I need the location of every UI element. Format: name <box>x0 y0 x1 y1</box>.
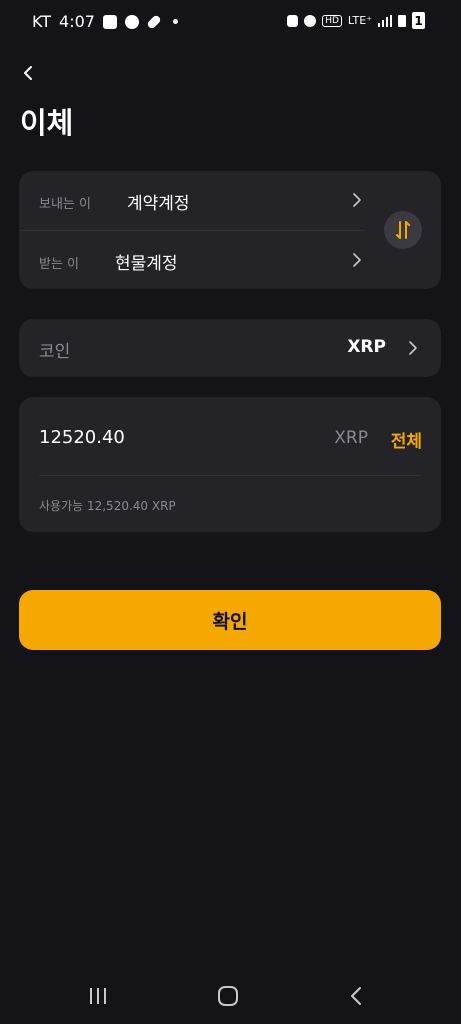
coin-value: XRP <box>347 337 386 357</box>
amount-unit: XRP <box>334 428 368 448</box>
recent-apps-icon[interactable] <box>86 985 110 1007</box>
status-left: KT 4:07 <box>32 12 178 31</box>
signal-icon <box>378 14 392 27</box>
sim-icon <box>398 14 406 27</box>
hd-badge: HD <box>322 14 342 27</box>
amount-input[interactable]: 12520.40 <box>39 427 125 448</box>
confirm-button[interactable]: 확인 <box>19 590 441 650</box>
from-account-row[interactable]: 보내는 이 계약계정 <box>19 171 379 229</box>
amount-card: 12520.40 XRP 전체 사용가능 12,520.40 XRP <box>19 397 441 532</box>
to-label: 받는 이 <box>39 257 80 272</box>
clock: 4:07 <box>59 12 95 31</box>
lock-icon <box>287 14 299 27</box>
gallery-icon <box>102 14 117 29</box>
status-bar: KT 4:07 HD LTE⁺ 1 <box>0 0 461 46</box>
nav-back-icon[interactable] <box>348 985 364 1007</box>
to-account-row[interactable]: 받는 이 현물계정 <box>19 231 379 289</box>
swap-icon <box>396 221 410 239</box>
amount-divider <box>39 475 421 476</box>
available-balance: 사용가능 12,520.40 XRP <box>39 499 176 513</box>
battery-icon: 1 <box>412 12 425 29</box>
home-icon[interactable] <box>217 985 239 1007</box>
from-label: 보내는 이 <box>39 197 91 212</box>
transfer-accounts-card: 보내는 이 계약계정 받는 이 현물계정 <box>19 171 441 289</box>
chevron-left-icon <box>24 66 32 80</box>
coin-select-row[interactable]: 코인 XRP <box>19 319 441 377</box>
page-title: 이체 <box>20 106 74 140</box>
network-label: LTE⁺ <box>347 14 372 27</box>
back-button[interactable] <box>18 62 40 84</box>
pill-icon <box>146 13 162 30</box>
alarm-icon <box>304 14 317 27</box>
swap-accounts-button[interactable] <box>384 211 422 249</box>
from-account-value: 계약계정 <box>127 194 190 214</box>
transfer-screen: KT 4:07 HD LTE⁺ 1 이체 보내는 이 계약계정 받는 이 현물계… <box>0 0 461 1024</box>
coin-label: 코인 <box>39 342 71 362</box>
to-account-value: 현물계정 <box>115 254 178 274</box>
chevron-right-icon <box>409 341 417 355</box>
status-right: HD LTE⁺ 1 <box>287 12 425 29</box>
chat-icon <box>124 14 139 29</box>
chevron-right-icon <box>353 253 361 267</box>
carrier-label: KT <box>32 12 52 31</box>
chevron-right-icon <box>353 193 361 207</box>
max-amount-button[interactable]: 전체 <box>391 427 422 452</box>
notification-dot-icon <box>172 19 178 24</box>
system-nav-bar <box>0 960 461 1024</box>
